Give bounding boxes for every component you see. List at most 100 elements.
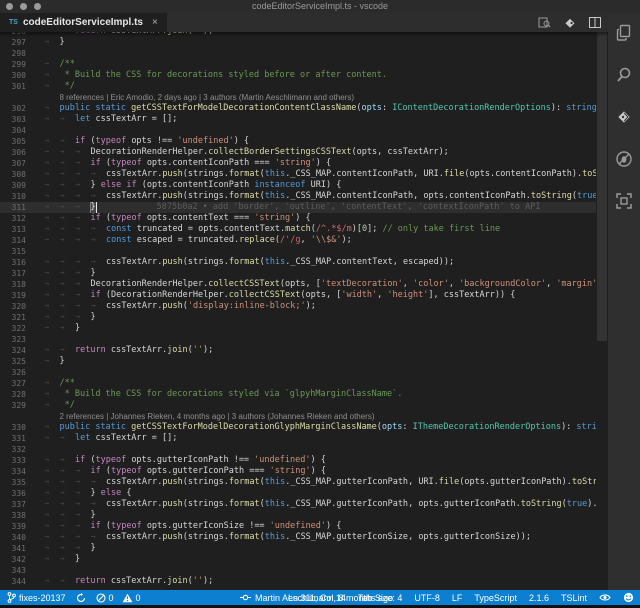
code-line[interactable]: 318→→→DecorationRenderHelper.collectCSST… (0, 279, 596, 290)
code-line[interactable]: 320→→→→cssTextArr.push('display:inline-b… (0, 301, 596, 312)
sidebar-item-search[interactable] (614, 65, 634, 85)
tab-whitespace-arrow: → (44, 510, 60, 521)
code-line[interactable]: 331→→let cssTextArr = []; (0, 433, 596, 444)
line-number: 330 (0, 422, 26, 433)
split-editor-icon[interactable] (589, 17, 601, 28)
line-number: 318 (0, 279, 26, 290)
code-line[interactable]: 330→public static getCSSTextForModelDeco… (0, 422, 596, 433)
code-line[interactable]: 337→→→→cssTextArr.push(strings.format(th… (0, 499, 596, 510)
vertical-scrollbar[interactable] (597, 32, 607, 341)
encoding-status[interactable]: UTF-8 (414, 593, 440, 603)
git-branch-status[interactable]: fixes-20137 (7, 592, 66, 603)
codelens-row[interactable]: 8 references | Eric Amodio, 2 days ago |… (0, 92, 596, 103)
code-line[interactable]: 308→→→→cssTextArr.push(strings.format(th… (0, 169, 596, 180)
code-line[interactable]: 341→→→} (0, 543, 596, 554)
code-line[interactable]: 335→→→→cssTextArr.push(strings.format(th… (0, 477, 596, 488)
feedback-button[interactable] (623, 592, 634, 603)
code-line[interactable]: 317→→→} (0, 268, 596, 279)
sidebar-item-explorer[interactable] (614, 23, 634, 43)
code-text: →→return cssTextArr.join(''); (44, 576, 213, 587)
code-line[interactable]: 304 (0, 125, 596, 136)
open-changes-icon[interactable] (564, 17, 576, 29)
code-line[interactable]: 322→→} (0, 323, 596, 334)
code-line[interactable]: 302→public static getCSSTextForModelDeco… (0, 103, 596, 114)
tab-whitespace-arrow: → (91, 477, 107, 488)
code-line[interactable]: 323 (0, 334, 596, 345)
code-line[interactable]: 311→→→}5875b0a2 • add 'border', 'outline… (0, 202, 596, 213)
code-line[interactable]: 310→→→→cssTextArr.push(strings.format(th… (0, 191, 596, 202)
tab-size-status[interactable]: Tab Size: 4 (358, 593, 403, 603)
line-number: 307 (0, 158, 26, 169)
tab-whitespace-arrow: → (60, 499, 76, 510)
code-line[interactable]: 328→ * Build the CSS for decorations sty… (0, 389, 596, 400)
code-line[interactable]: 321→→→} (0, 312, 596, 323)
code-line[interactable]: 325→} (0, 356, 596, 367)
code-line[interactable]: 339→→→if (typeof opts.gutterIconSize !==… (0, 521, 596, 532)
tab-whitespace-arrow: → (60, 202, 76, 213)
code-line[interactable]: 342→→} (0, 554, 596, 565)
tab-whitespace-arrow: → (75, 521, 91, 532)
line-number: 306 (0, 147, 26, 158)
code-line[interactable]: 299→/** (0, 59, 596, 70)
sidebar-item-debug[interactable] (614, 149, 634, 169)
code-line[interactable]: 336→→→} else { (0, 488, 596, 499)
code-line[interactable]: 326 (0, 367, 596, 378)
code-line[interactable]: 316→→→→cssTextArr.push(strings.format(th… (0, 257, 596, 268)
tab-whitespace-arrow: → (60, 279, 76, 290)
codelens-row[interactable]: 2 references | Johannes Rieken, 4 months… (0, 411, 596, 422)
code-line[interactable]: 306 →→→DecorationRenderHelper.collectBord… (0, 147, 596, 158)
tab-codeeditorserviceimpl[interactable]: TS codeEditorServiceImpl.ts × (0, 13, 167, 32)
code-line[interactable]: 344 →→return cssTextArr.join(''); (0, 576, 596, 587)
tab-whitespace-arrow: → (60, 136, 76, 147)
eol-status[interactable]: LF (452, 593, 463, 603)
code-line[interactable]: 301→ */ (0, 81, 596, 92)
gitlens-toggle-button[interactable] (599, 593, 611, 602)
code-line[interactable]: 307→→→if (typeof opts.contentIconPath ==… (0, 158, 596, 169)
problems-status[interactable]: 0 0 (96, 593, 141, 603)
code-line[interactable]: 303→→let cssTextArr = []; (0, 114, 596, 125)
code-line[interactable]: 334→→→if (typeof opts.gutterIconPath ===… (0, 466, 596, 477)
activity-bar (608, 13, 640, 590)
code-line[interactable]: 329→ */ (0, 400, 596, 411)
sync-button[interactable] (76, 593, 86, 603)
tab-whitespace-arrow: → (60, 224, 76, 235)
code-line[interactable]: 332 (0, 444, 596, 455)
code-text: →→→DecorationRenderHelper.collectBorderS… (44, 147, 449, 158)
sidebar-item-source-control[interactable] (614, 107, 634, 127)
tab-whitespace-arrow: → (60, 169, 76, 180)
sidebar-item-extensions[interactable] (614, 191, 634, 211)
code-line[interactable]: 333→→if (typeof opts.gutterIconPath !== … (0, 455, 596, 466)
code-line[interactable]: 315 (0, 246, 596, 257)
code-line[interactable]: 343 (0, 565, 596, 576)
line-number: 343 (0, 565, 26, 576)
tslint-status[interactable]: TSLint (561, 593, 587, 603)
tab-whitespace-arrow: → (60, 433, 76, 444)
line-number: 299 (0, 59, 26, 70)
code-line[interactable]: 327→/** (0, 378, 596, 389)
cursor-position-status[interactable]: Ln 311, Col 14 (288, 593, 346, 603)
code-line[interactable]: 314→→→→const escaped = truncated.replace… (0, 235, 596, 246)
code-line[interactable]: 324→→return cssTextArr.join(''); (0, 345, 596, 356)
codelens-text: 2 references | Johannes Rieken, 4 months… (60, 411, 375, 422)
code-text: →→→} (44, 312, 96, 323)
code-line[interactable]: 305→→if (typeof opts !== 'undefined') { (0, 136, 596, 147)
line-number: 344 (0, 576, 26, 587)
search-icon (615, 66, 633, 84)
code-line[interactable]: 338→→→} (0, 510, 596, 521)
code-line[interactable]: 309→→→} else if (opts.contentIconPath in… (0, 180, 596, 191)
code-line[interactable]: 300→ * Build the CSS for decorations sty… (0, 70, 596, 81)
tab-whitespace-arrow: → (75, 169, 91, 180)
code-line[interactable]: 297→} (0, 37, 596, 48)
close-tab-icon[interactable]: × (152, 17, 158, 28)
code-line[interactable]: 298 (0, 48, 596, 59)
tab-whitespace-arrow: → (75, 477, 91, 488)
typescript-version-status[interactable]: 2.1.6 (529, 593, 549, 603)
code-line[interactable]: 319→→→if (DecorationRenderHelper.collect… (0, 290, 596, 301)
language-mode-status[interactable]: TypeScript (474, 593, 517, 603)
open-preview-icon[interactable] (538, 16, 551, 29)
code-line[interactable]: 313→→→→const truncated = opts.contentTex… (0, 224, 596, 235)
code-text: →→let cssTextArr = []; (44, 433, 177, 444)
code-line[interactable]: 312→→→if (typeof opts.contentText === 's… (0, 213, 596, 224)
code-line[interactable]: 340→→→→cssTextArr.push(strings.format(th… (0, 532, 596, 543)
editor[interactable]: 296→→return cssTextArr.join('');297→}298… (0, 32, 608, 590)
